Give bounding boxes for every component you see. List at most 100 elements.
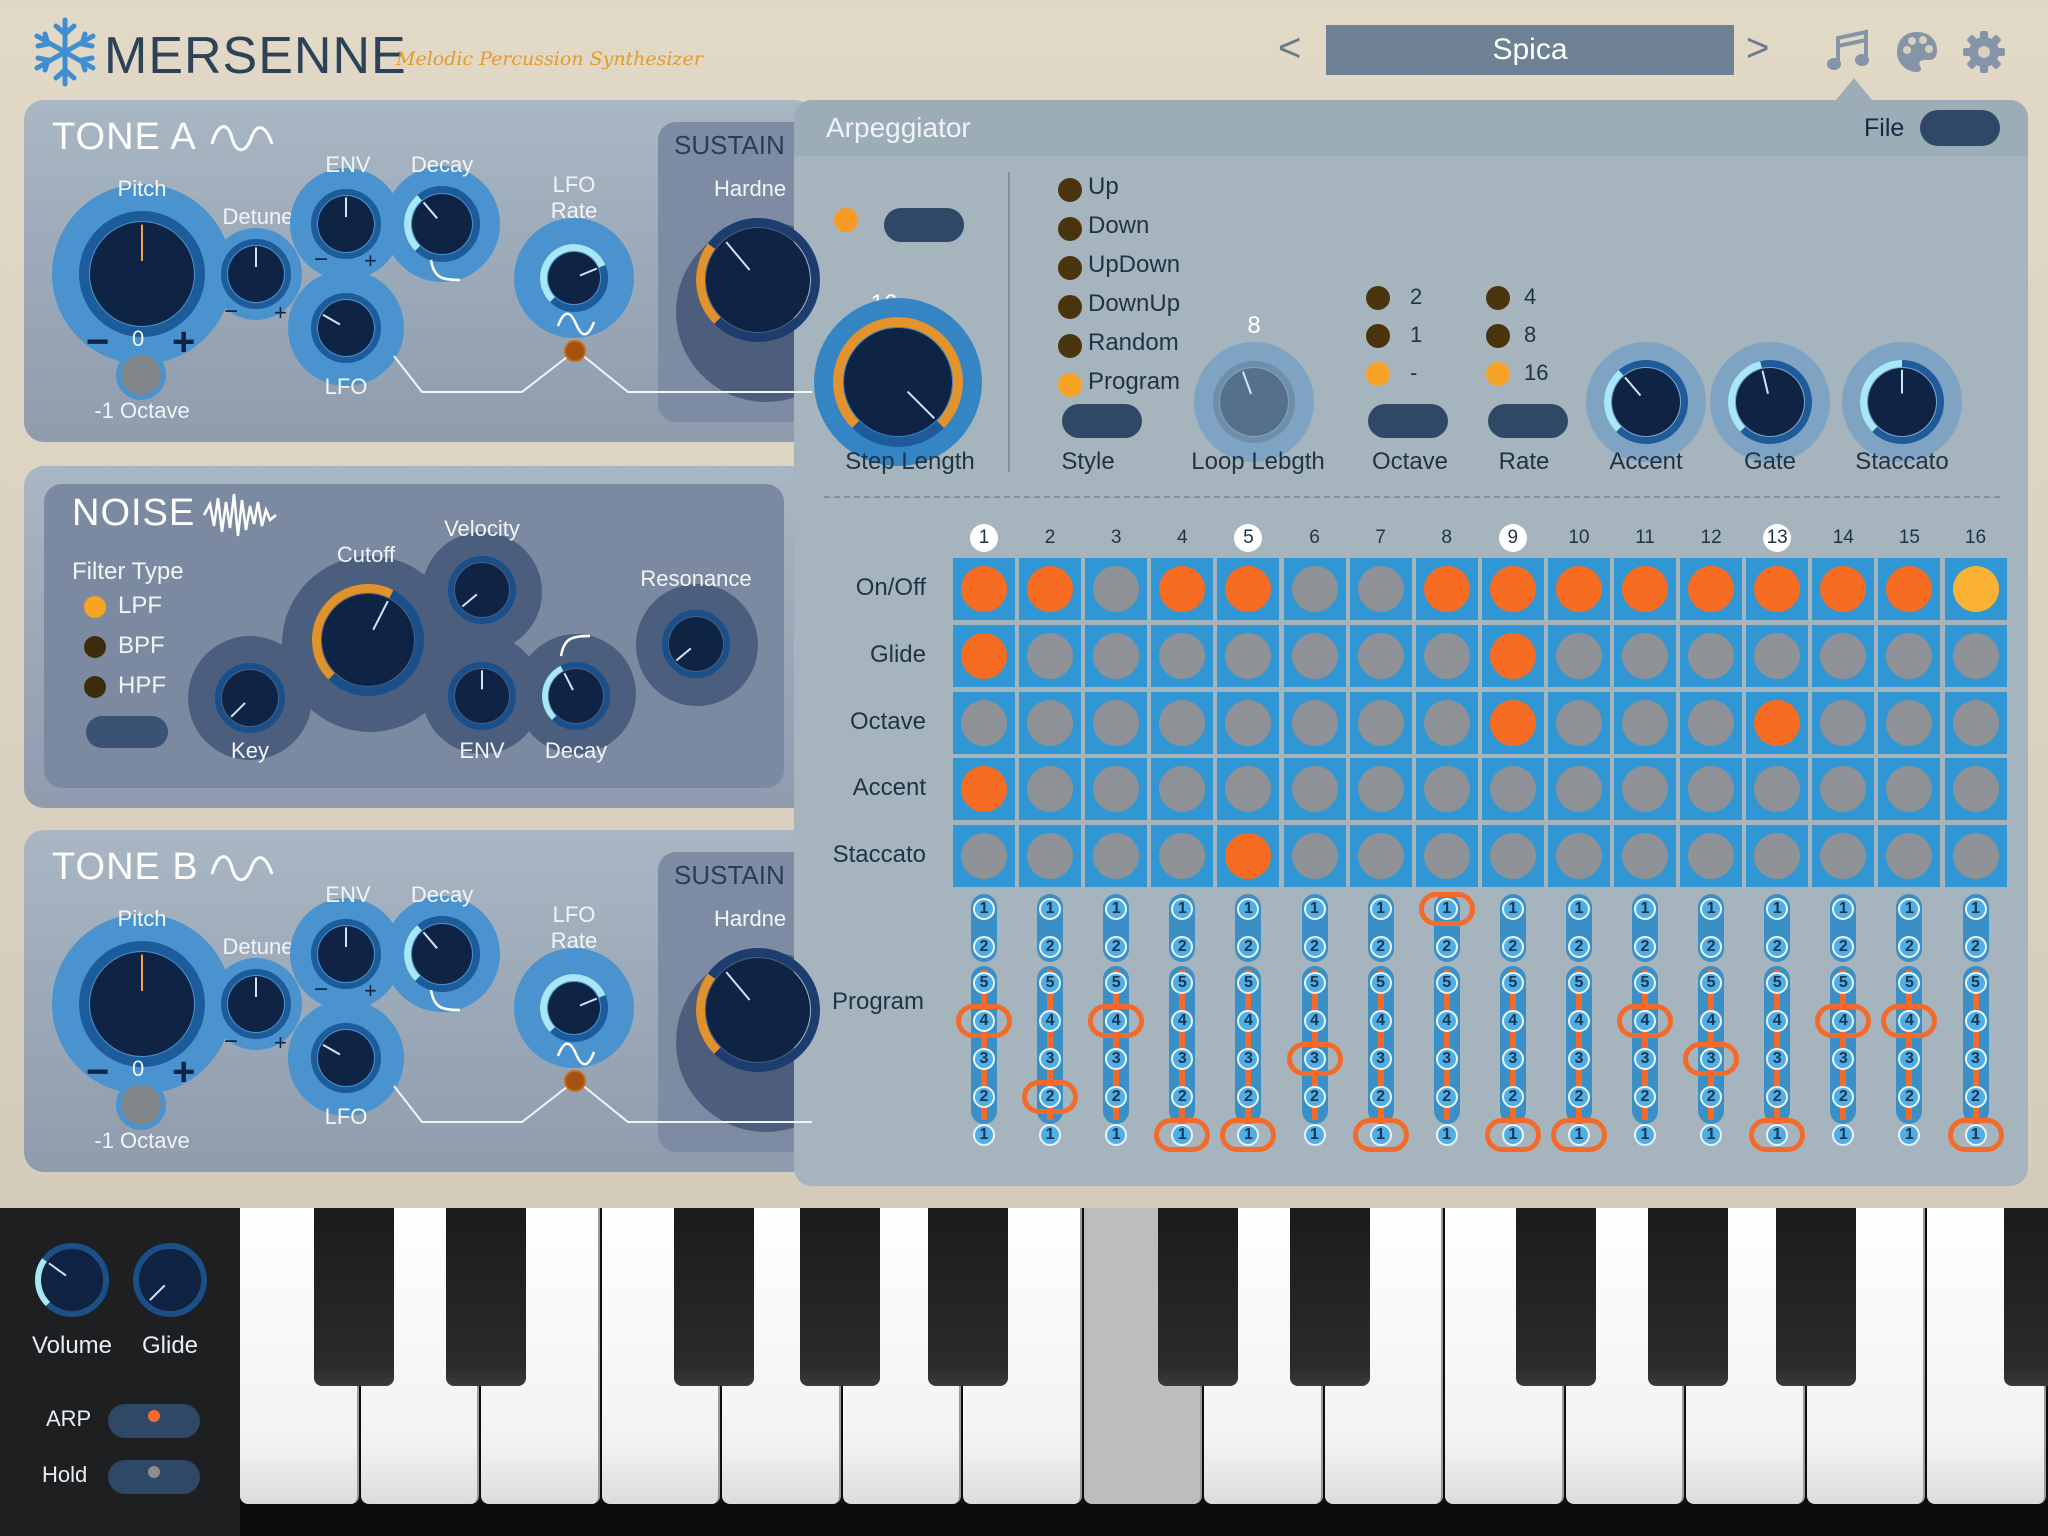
noise-velocity-knob[interactable] [440, 548, 524, 632]
style-button[interactable] [1062, 404, 1142, 438]
program-node[interactable]: 1 [1369, 898, 1392, 920]
step-cell[interactable] [953, 558, 1015, 620]
step-cell[interactable] [1217, 624, 1280, 687]
tone-b-pitch-minus[interactable]: − [86, 1050, 109, 1095]
program-node[interactable]: 2 [1964, 1086, 1987, 1108]
step-cell[interactable] [1217, 758, 1280, 821]
black-key[interactable] [1516, 1208, 1596, 1386]
program-node[interactable]: 4 [1700, 1010, 1723, 1032]
program-node[interactable]: 2 [1039, 936, 1062, 958]
prev-preset-button[interactable]: < [1278, 26, 1301, 71]
rate-option-radio[interactable] [1486, 362, 1510, 386]
octave-option-radio[interactable] [1366, 286, 1390, 310]
program-node[interactable]: 5 [1501, 972, 1524, 994]
step-cell[interactable] [1680, 558, 1743, 620]
program-node[interactable]: 1 [1964, 898, 1987, 920]
program-node[interactable]: 3 [1501, 1048, 1524, 1070]
step-cell[interactable] [1283, 758, 1346, 821]
step-cell[interactable] [1283, 825, 1346, 888]
program-node[interactable]: 4 [1039, 1010, 1062, 1032]
tone-b-detune-plus[interactable]: + [274, 1030, 287, 1056]
style-option-down-radio[interactable] [1058, 217, 1082, 241]
music-notes-icon[interactable] [1826, 28, 1872, 74]
step-cell[interactable] [1415, 825, 1478, 888]
noise-decay-knob[interactable] [534, 654, 618, 738]
step-cell[interactable] [1085, 825, 1148, 888]
program-node[interactable]: 4 [1435, 1010, 1458, 1032]
step-cell[interactable] [1878, 558, 1941, 620]
step-cell[interactable] [1680, 825, 1743, 888]
step-cell[interactable] [1547, 691, 1610, 754]
step-cell[interactable] [1349, 691, 1412, 754]
step-cell[interactable] [1746, 825, 1809, 888]
program-node[interactable]: 2 [1567, 936, 1590, 958]
volume-knob[interactable] [28, 1236, 116, 1324]
noise-cutoff-knob[interactable] [300, 572, 436, 708]
program-node[interactable]: 1 [973, 898, 995, 920]
step-cell[interactable] [1614, 624, 1676, 687]
black-key[interactable] [674, 1208, 754, 1386]
step-cell[interactable] [1878, 691, 1941, 754]
step-cell[interactable] [1151, 624, 1214, 687]
step-cell[interactable] [1614, 691, 1676, 754]
program-node[interactable]: 1 [1435, 1124, 1458, 1146]
arp-toggle[interactable] [108, 1404, 200, 1438]
step-cell[interactable] [1085, 558, 1148, 620]
step-cell[interactable] [953, 624, 1015, 687]
step-cell[interactable] [1812, 558, 1875, 620]
program-node[interactable]: 5 [1567, 972, 1590, 994]
step-cell[interactable] [1283, 691, 1346, 754]
program-node[interactable]: 1 [1634, 1124, 1656, 1146]
hold-toggle[interactable] [108, 1460, 200, 1494]
program-node[interactable]: 2 [1567, 1086, 1590, 1108]
step-cell[interactable] [1283, 558, 1346, 620]
program-node[interactable]: 2 [1501, 936, 1524, 958]
filter-type-button[interactable] [86, 716, 168, 748]
step-cell[interactable] [1085, 691, 1148, 754]
filter-option-lpf-radio[interactable] [84, 596, 106, 618]
program-node[interactable]: 5 [1303, 972, 1326, 994]
step-cell[interactable] [1415, 558, 1478, 620]
step-cell[interactable] [1547, 624, 1610, 687]
program-node[interactable]: 1 [1039, 1124, 1062, 1146]
step-cell[interactable] [1415, 691, 1478, 754]
step-cell[interactable] [1944, 691, 2007, 754]
gate-knob[interactable] [1708, 340, 1832, 464]
step-cell[interactable] [1746, 624, 1809, 687]
tone-b-pitch-plus[interactable]: + [172, 1050, 195, 1095]
program-node[interactable]: 2 [1634, 1086, 1656, 1108]
program-node[interactable]: 3 [973, 1048, 995, 1070]
step-cell[interactable] [1680, 758, 1743, 821]
next-preset-button[interactable]: > [1746, 26, 1769, 71]
program-node[interactable]: 1 [1700, 898, 1723, 920]
arp-enable-button[interactable] [884, 208, 964, 242]
filter-option-bpf-radio[interactable] [84, 636, 106, 658]
step-cell[interactable] [1349, 558, 1412, 620]
step-cell[interactable] [1812, 758, 1875, 821]
step-cell[interactable] [1746, 558, 1809, 620]
step-cell[interactable] [1481, 825, 1544, 888]
black-key[interactable] [1776, 1208, 1856, 1386]
tone-b-lfo-dest-dot[interactable] [564, 1070, 586, 1092]
style-option-downup-radio[interactable] [1058, 295, 1082, 319]
noise-key-knob[interactable] [208, 656, 292, 740]
program-node[interactable]: 2 [1369, 1086, 1392, 1108]
step-cell[interactable] [1019, 691, 1082, 754]
tone-a-lfo-dest-dot[interactable] [564, 340, 586, 362]
step-cell[interactable] [1680, 691, 1743, 754]
step-cell[interactable] [1151, 691, 1214, 754]
black-key[interactable] [1648, 1208, 1728, 1386]
program-node[interactable]: 1 [1634, 898, 1656, 920]
program-node[interactable]: 1 [1039, 898, 1062, 920]
step-cell[interactable] [1878, 624, 1941, 687]
program-node[interactable]: 4 [1369, 1010, 1392, 1032]
noise-resonance-knob[interactable] [654, 602, 738, 686]
step-cell[interactable] [1481, 758, 1544, 821]
style-option-updown-radio[interactable] [1058, 256, 1082, 280]
octave-option-radio[interactable] [1366, 324, 1390, 348]
program-node[interactable]: 1 [1303, 1124, 1326, 1146]
program-node[interactable]: 5 [1369, 972, 1392, 994]
step-cell[interactable] [1614, 758, 1676, 821]
preset-name-display[interactable]: Spica [1326, 25, 1734, 75]
program-node[interactable]: 5 [1435, 972, 1458, 994]
